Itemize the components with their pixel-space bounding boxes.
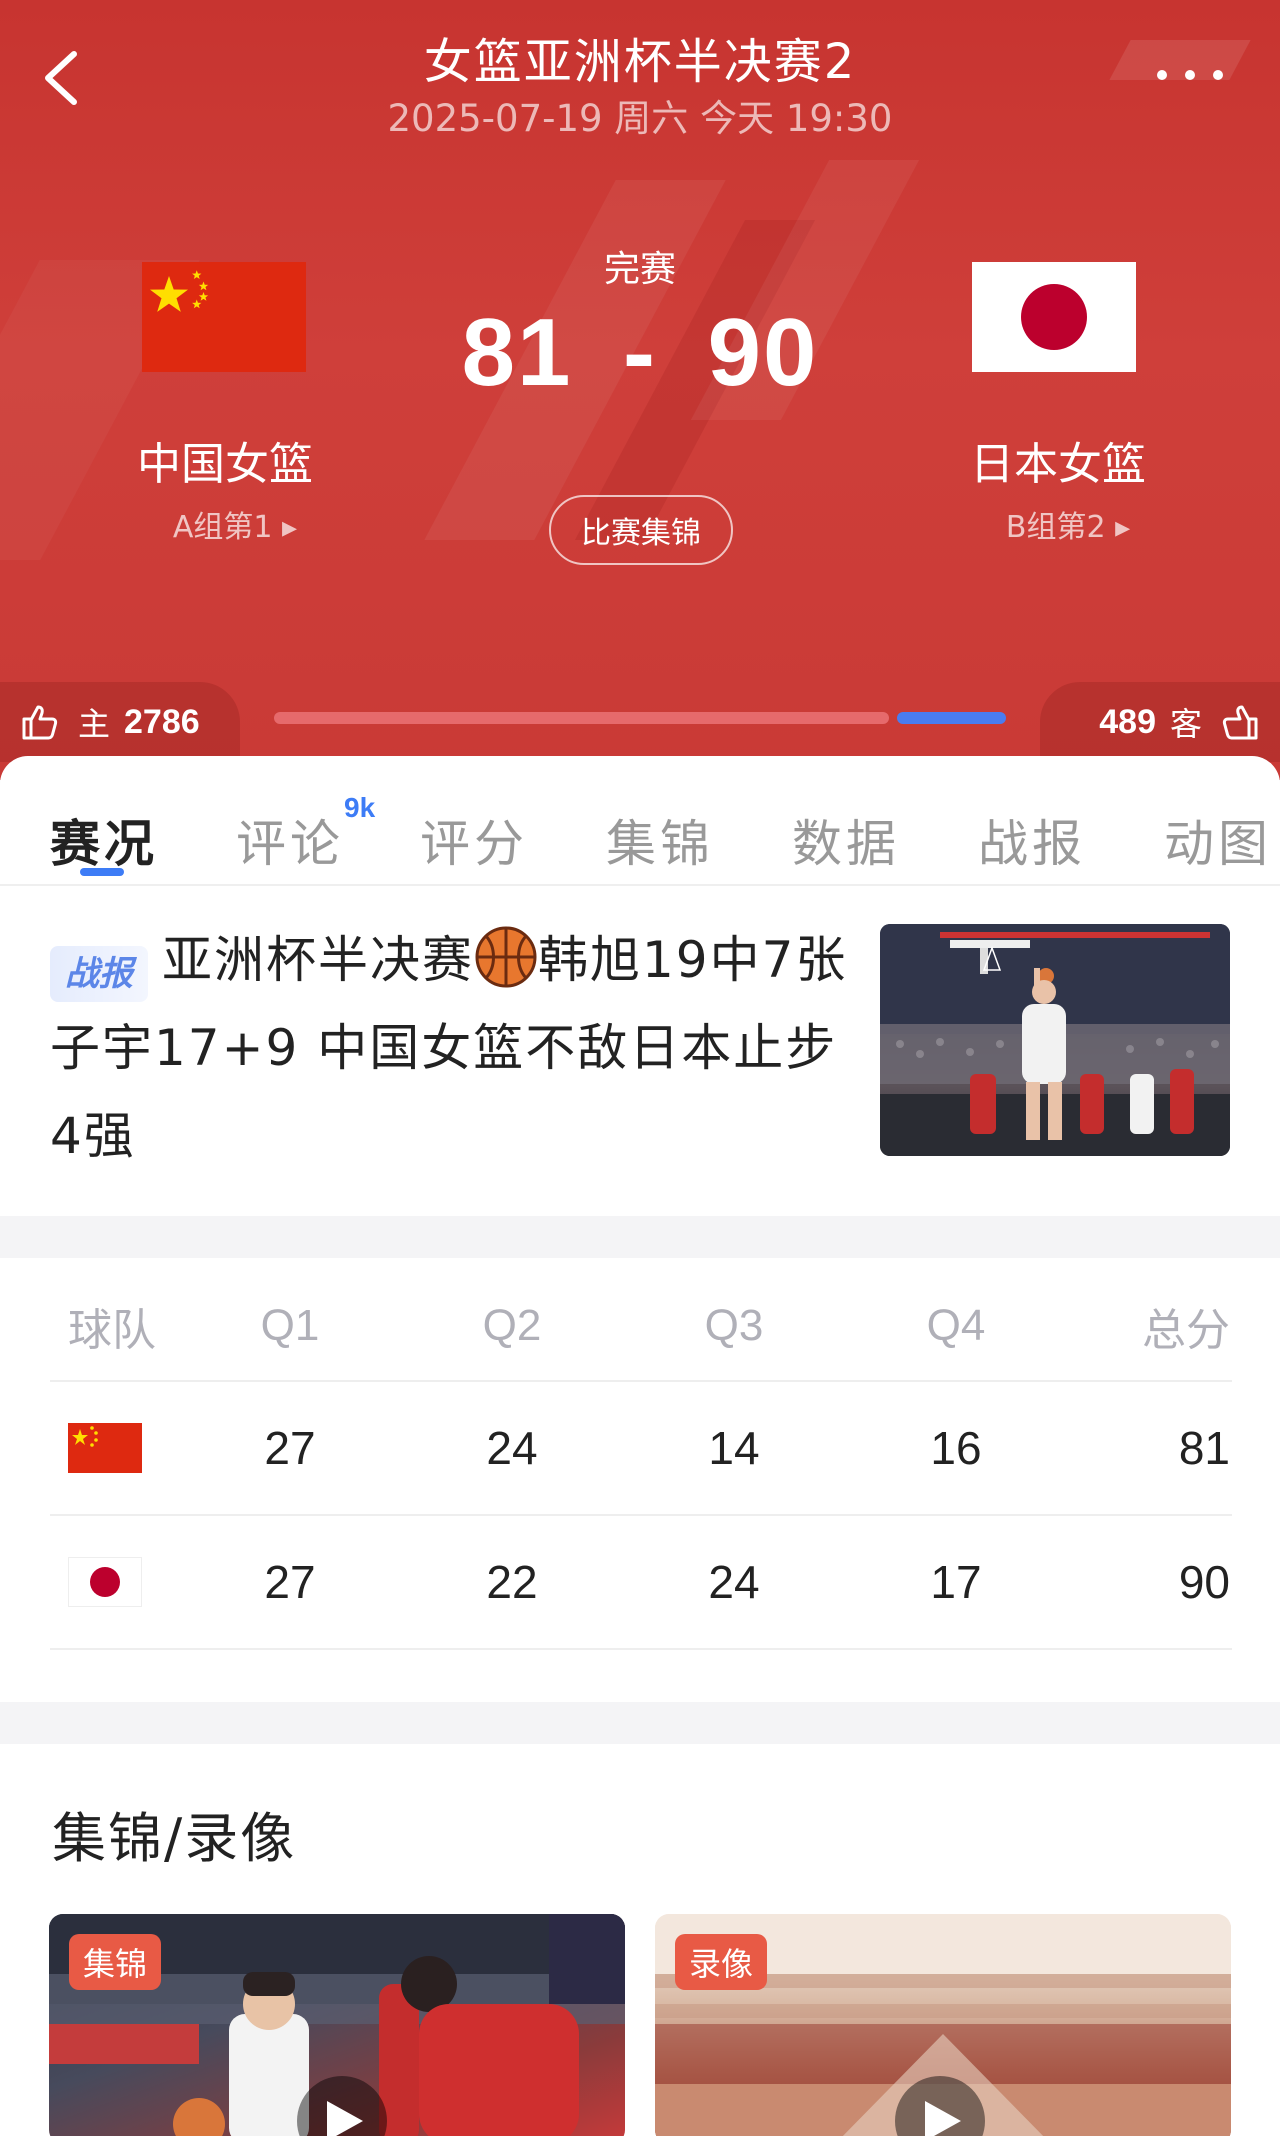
score-cell: 27 [264,1422,316,1474]
tab-ratings[interactable]: 评分 [420,804,528,876]
away-vote-count: 489 [1099,702,1156,741]
thumbs-up-icon [22,705,58,740]
home-team-name[interactable]: 中国女篮 [75,428,375,492]
score-cell: 17 [930,1556,982,1608]
away-vote-bar [897,712,1006,724]
col-q4: Q4 [926,1301,986,1350]
col-total: 总分 [1142,1306,1230,1355]
home-vote-label: 主 [78,705,111,743]
news-card[interactable]: 战报 亚洲杯半决赛 韩旭19中7张子宇17+9 中国女篮不敌日本止步4强 [0,886,1280,1216]
active-tab-indicator [80,868,124,876]
highlights-button[interactable]: 比赛集锦 [549,495,733,565]
tab-live[interactable]: 赛况 [50,804,158,876]
home-team-rank[interactable]: A组第1 ▸ [85,502,385,546]
match-score: 81 - 90 [0,298,1280,408]
table-row: 27 24 14 16 81 [50,1382,1232,1516]
home-vote-bar [274,712,889,724]
report-badge: 战报 [50,946,148,1002]
tab-stats[interactable]: 数据 [792,804,900,876]
home-vote-count: 2786 [124,702,200,741]
tab-highlights[interactable]: 集锦 [606,804,714,876]
home-vote[interactable]: 主 2786 [0,682,240,762]
tab-gifs[interactable]: 动图 [1164,804,1272,876]
section-title: 集锦/录像 [52,1807,297,1870]
score-cell: 24 [708,1556,760,1608]
away-vote-label: 客 [1169,705,1202,743]
score-cell: 16 [930,1422,982,1474]
comments-count-badge: 9k [344,792,376,823]
table-row: 27 22 24 17 90 [50,1516,1232,1650]
col-q1: Q1 [260,1301,320,1350]
china-flag-icon [68,1423,142,1473]
tab-report[interactable]: 战报 [978,804,1086,876]
headline-part-1: 亚洲杯半决赛 [162,931,474,989]
score-cell: 24 [486,1422,538,1474]
japan-flag-icon [68,1557,142,1607]
basketball-icon [475,926,537,988]
video-tag: 集锦 [69,1934,162,1990]
col-team: 球队 [68,1305,156,1356]
video-card-highlights[interactable]: 集锦 [49,1914,625,2136]
tab-bar: 赛况 评论 评分 集锦 数据 战报 动图 [0,756,1280,886]
tab-comments[interactable]: 评论 [236,804,344,876]
total-score-cell: 81 [1178,1422,1230,1474]
col-q2: Q2 [482,1301,542,1350]
away-team-rank[interactable]: B组第2 ▸ [918,502,1218,546]
news-headline[interactable]: 战报 亚洲杯半决赛 韩旭19中7张子宇17+9 中国女篮不敌日本止步4强 [50,916,860,1180]
page-title: 女篮亚洲杯半决赛2 [423,34,857,90]
away-vote[interactable]: 489 客 [1040,682,1280,762]
table-header-row: 球队 Q1 Q2 Q3 Q4 总分 [50,1258,1232,1382]
video-card-replay[interactable]: 录像 [655,1914,1231,2136]
col-q3: Q3 [704,1301,764,1350]
match-status: 完赛 [603,249,676,290]
away-team-name[interactable]: 日本女篮 [908,428,1208,492]
away-score: 90 [707,299,819,406]
news-thumbnail[interactable] [880,924,1230,1156]
video-tag: 录像 [675,1934,768,1990]
total-score-cell: 90 [1178,1556,1230,1608]
highlights-section: 集锦/录像 集锦 录像 [0,1744,1280,2136]
thumbs-up-icon [1222,705,1258,740]
match-datetime: 2025-07-19 周六 今天 19:30 [387,97,893,140]
more-icon[interactable] [1150,60,1230,90]
score-cell: 27 [264,1556,316,1608]
score-cell: 22 [486,1556,538,1608]
quarter-score-table: 球队 Q1 Q2 Q3 Q4 总分 27 24 14 16 81 27 22 2… [0,1258,1280,1702]
score-cell: 14 [708,1422,760,1474]
match-header: 女篮亚洲杯半决赛2 2025-07-19 周六 今天 19:30 中国女篮 A组… [0,0,1280,780]
home-score: 81 [461,299,573,406]
score-separator: - [623,299,657,406]
